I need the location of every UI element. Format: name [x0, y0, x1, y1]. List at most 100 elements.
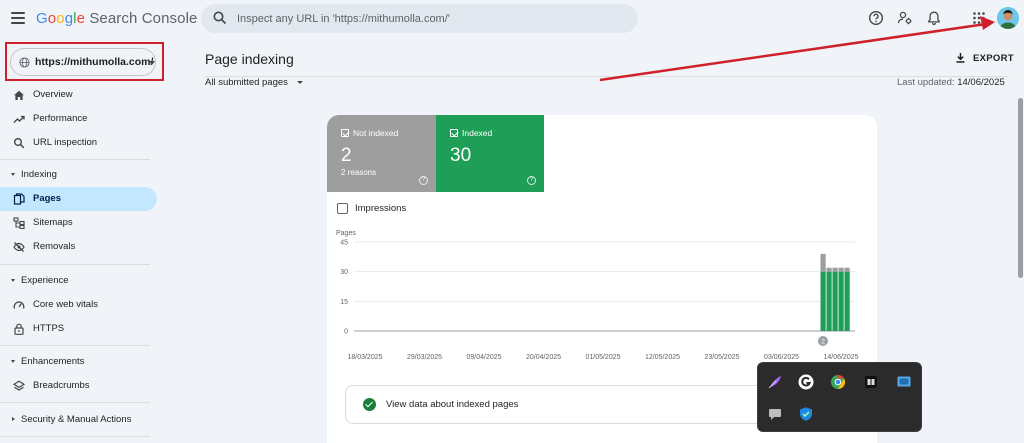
bar-not-indexed	[844, 267, 850, 272]
bar-indexed	[820, 271, 826, 331]
avatar[interactable]	[997, 7, 1019, 29]
feather-app-icon[interactable]	[767, 374, 783, 390]
export-button[interactable]: EXPORT	[955, 52, 1014, 64]
sidebar-item-sitemaps[interactable]: Sitemaps	[0, 211, 157, 235]
last-updated-label: Last updated:	[897, 77, 955, 88]
sidebar-item-overview[interactable]: Overview	[0, 83, 157, 107]
impressions-label: Impressions	[355, 203, 407, 214]
y-tick-label: 0	[344, 329, 348, 336]
sidebar-item-https[interactable]: HTTPS	[0, 317, 157, 341]
annotation-label: 2	[821, 339, 825, 346]
section-label: Experience	[21, 275, 69, 286]
sidebar-item-label: Pages	[33, 193, 61, 204]
help-icon[interactable]: ?	[527, 176, 536, 185]
bar-indexed	[826, 271, 832, 331]
sidebar-item-label: Sitemaps	[33, 217, 73, 228]
lock-icon	[14, 323, 24, 335]
search-icon	[14, 138, 25, 149]
divider	[0, 436, 150, 437]
display-settings-icon[interactable]	[896, 374, 912, 390]
property-highlight-box	[5, 42, 164, 81]
system-tray-popup	[757, 362, 922, 432]
view-data-label: View data about indexed pages	[386, 399, 519, 410]
divider	[205, 76, 1009, 77]
tile-sub: 2 reasons	[341, 168, 377, 177]
section-label: Indexing	[21, 169, 57, 180]
y-tick-label: 30	[340, 269, 348, 276]
expand-icon	[12, 417, 15, 421]
sidebar-item-label: HTTPS	[33, 323, 65, 334]
sitemap-icon	[13, 217, 25, 229]
bar-not-indexed	[826, 267, 832, 272]
removals-icon	[13, 242, 25, 252]
sidebar-item-label: Performance	[33, 113, 88, 124]
section-label: Security & Manual Actions	[21, 414, 132, 425]
sidebar-item-label: URL inspection	[33, 137, 98, 148]
sidebar-item-url-inspection[interactable]: URL inspection	[0, 131, 157, 155]
last-updated-value: 14/06/2025	[957, 77, 1005, 88]
page-title: Page indexing	[205, 51, 294, 67]
y-tick-label: 15	[340, 299, 348, 306]
grammarly-icon[interactable]	[798, 374, 814, 390]
trending-icon	[13, 115, 25, 123]
scrollbar-thumb[interactable]	[1018, 98, 1023, 278]
sidebar-item-removals[interactable]: Removals	[0, 235, 157, 259]
collapse-icon	[11, 360, 15, 363]
submitted-pages-filter[interactable]: All submitted pages	[205, 77, 303, 88]
pages-chart: Pages 0 15 30 45 18/03/2025 29/03/2025 09/04/20…	[336, 230, 859, 361]
collapse-icon	[11, 279, 15, 282]
view-indexed-data-link[interactable]: View data about indexed pages	[345, 385, 785, 424]
x-tick-label: 20/04/2025	[526, 354, 561, 361]
section-experience[interactable]: Experience	[0, 271, 150, 291]
sidebar-item-breadcrumbs[interactable]: Breadcrumbs	[0, 374, 157, 398]
tile-value: 2	[341, 145, 352, 166]
chrome-icon[interactable]	[830, 374, 846, 390]
apps-grid-icon[interactable]	[971, 10, 987, 26]
sidebar-item-pages[interactable]: Pages	[0, 187, 157, 211]
tile-label: Not indexed	[353, 128, 399, 138]
security-shield-icon[interactable]	[798, 406, 814, 422]
sidebar-item-label: Core web vitals	[33, 299, 98, 310]
brand-product: Search Console	[89, 10, 198, 27]
bar-not-indexed	[820, 253, 826, 272]
impressions-checkbox[interactable]	[337, 203, 348, 214]
menu-icon[interactable]	[11, 12, 25, 24]
section-indexing[interactable]: Indexing	[0, 165, 150, 185]
last-updated: Last updated: 14/06/2025	[897, 77, 1005, 88]
sidebar-item-performance[interactable]: Performance	[0, 107, 157, 131]
divider	[0, 159, 150, 160]
bar-not-indexed	[838, 267, 844, 272]
y-tick-label: 45	[340, 240, 348, 247]
help-icon[interactable]	[868, 10, 884, 26]
avatar-image	[997, 7, 1019, 29]
section-enhancements[interactable]: Enhancements	[0, 352, 150, 372]
sidebar-item-label: Breadcrumbs	[33, 380, 90, 391]
section-security-manual-actions[interactable]: Security & Manual Actions	[0, 410, 150, 430]
x-tick-label: 03/06/2025	[764, 354, 799, 361]
check-circle-icon	[363, 398, 376, 411]
divider	[0, 264, 150, 265]
manage-users-icon[interactable]	[897, 10, 913, 26]
app-logo[interactable]: Google Search Console	[36, 10, 197, 27]
bar-indexed	[832, 271, 838, 331]
help-icon[interactable]: ?	[419, 176, 428, 185]
bar-indexed	[844, 271, 850, 331]
not-indexed-tile[interactable]: Not indexed 2 2 reasons ?	[327, 115, 436, 192]
indexed-tile[interactable]: Indexed 30 ?	[436, 115, 544, 192]
divider	[0, 402, 150, 403]
chat-icon[interactable]	[767, 406, 783, 422]
x-tick-label: 01/05/2025	[585, 354, 620, 361]
download-icon	[956, 53, 965, 63]
url-inspection-search[interactable]	[201, 4, 638, 33]
sidebar-item-core-web-vitals[interactable]: Core web vitals	[0, 293, 157, 317]
x-tick-label: 29/03/2025	[407, 354, 442, 361]
notifications-icon[interactable]	[926, 10, 942, 26]
scrollbar[interactable]	[1016, 40, 1024, 443]
section-label: Enhancements	[21, 356, 85, 367]
gauge-icon	[13, 301, 25, 309]
app-tray-icon[interactable]	[863, 374, 879, 390]
checkbox-icon	[341, 129, 349, 137]
sidebar-item-label: Overview	[33, 89, 73, 100]
x-tick-label: 23/05/2025	[704, 354, 739, 361]
search-input[interactable]	[237, 10, 627, 27]
